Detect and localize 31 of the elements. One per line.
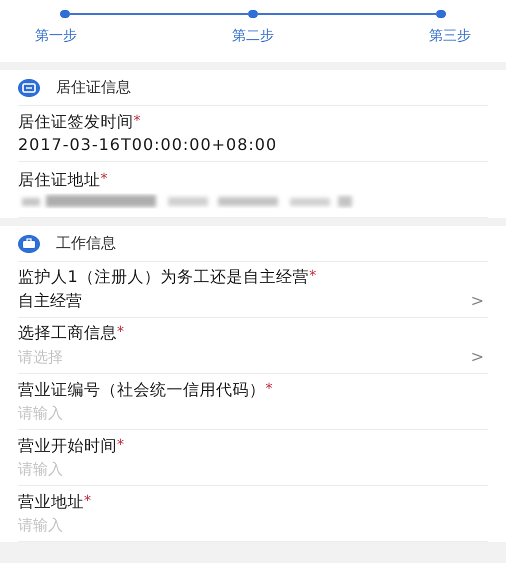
input-field[interactable]: 请输入 <box>18 402 488 424</box>
field-label: 营业地址 <box>18 492 84 512</box>
required-mark: * <box>309 266 317 284</box>
select-field[interactable]: 请选择 > <box>18 344 488 368</box>
step-label: 第三步 <box>429 27 471 46</box>
step-label: 第二步 <box>232 27 274 46</box>
step-label: 第一步 <box>35 27 77 46</box>
required-mark: * <box>266 380 273 398</box>
section-title: 工作信息 <box>56 233 116 254</box>
required-mark: * <box>100 170 108 188</box>
field-value: 2017-03-16T00:00:00+08:00 <box>18 134 278 156</box>
id-card-icon <box>18 78 40 96</box>
field-label: 营业开始时间 <box>18 436 117 456</box>
field-label: 选择工商信息 <box>18 322 117 342</box>
required-mark: * <box>134 112 141 130</box>
required-mark: * <box>117 436 124 454</box>
section-title: 居住证信息 <box>56 77 131 98</box>
select-field[interactable]: 自主经营 > <box>18 288 488 312</box>
briefcase-icon <box>18 234 40 252</box>
select-value: 自主经营 <box>18 290 82 312</box>
select-placeholder: 请选择 <box>18 346 63 368</box>
field-label: 营业证编号（社会统一信用代码） <box>18 380 266 400</box>
required-mark: * <box>84 492 92 510</box>
input-field[interactable]: 请输入 <box>18 458 488 480</box>
chevron-icon: > <box>470 288 488 312</box>
required-mark: * <box>117 322 124 340</box>
field-label: 监护人1（注册人）为务工还是自主经营 <box>18 266 310 286</box>
field-label: 居住证签发时间 <box>18 112 134 132</box>
field-label: 居住证地址 <box>18 170 100 190</box>
chevron-icon: > <box>470 344 488 368</box>
input-field[interactable]: 请输入 <box>18 514 488 536</box>
